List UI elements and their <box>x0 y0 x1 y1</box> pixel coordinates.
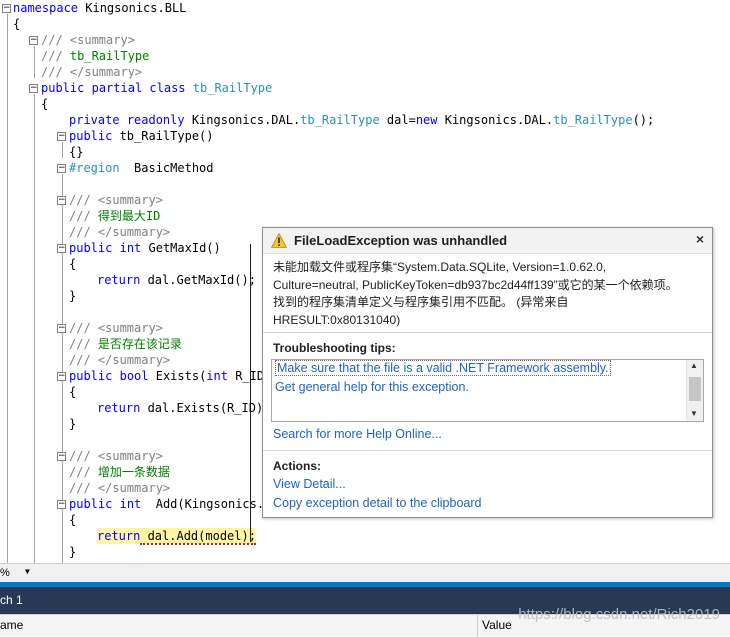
code-line: #region BasicMethod <box>69 161 214 175</box>
exception-title: FileLoadException was unhandled <box>294 233 508 248</box>
tip-link[interactable]: Get general help for this exception. <box>275 380 469 394</box>
code-line: } <box>69 545 77 559</box>
outline-guide <box>62 334 63 366</box>
tips-scrollbar[interactable]: ▲ ▼ <box>686 360 703 421</box>
code-line: /// </summary> <box>69 481 171 495</box>
panel-title[interactable]: ch 1 <box>0 593 23 607</box>
code-line: return dal.GetMaxId(); <box>97 273 256 287</box>
editor-horizontal-bar: % ▼ <box>0 563 730 582</box>
collapse-toggle-summary[interactable]: − <box>57 196 66 205</box>
outline-guide <box>62 462 63 494</box>
view-detail-link[interactable]: View Detail... <box>273 477 346 491</box>
code-line: { <box>69 385 77 399</box>
code-line: } <box>69 289 77 303</box>
current-statement-line: return dal.Add(model); <box>97 528 256 545</box>
scroll-down-icon[interactable]: ▼ <box>690 409 698 418</box>
code-line: { <box>69 257 77 271</box>
code-line: /// </summary> <box>41 65 143 79</box>
collapse-toggle-summary[interactable]: − <box>57 324 66 333</box>
outline-guide <box>7 14 8 563</box>
collapse-toggle-namespace[interactable]: − <box>2 4 11 13</box>
code-line: } <box>69 417 77 431</box>
scroll-thumb[interactable] <box>689 377 701 401</box>
code-line: /// tb_RailType <box>41 49 150 63</box>
code-line: /// 得到最大ID <box>69 209 161 223</box>
search-help-link[interactable]: Search for more Help Online... <box>273 427 442 441</box>
code-line: /// </summary> <box>69 353 171 367</box>
outline-guide <box>62 206 63 238</box>
outline-guide <box>62 142 63 158</box>
collapse-toggle-method[interactable]: − <box>57 372 66 381</box>
code-line: /// 增加一条数据 <box>69 465 170 479</box>
outline-guide <box>62 382 63 430</box>
code-line: /// <summary> <box>41 33 135 47</box>
tips-list[interactable]: Make sure that the file is a valid .NET … <box>271 359 704 422</box>
scroll-up-icon[interactable]: ▲ <box>690 361 698 370</box>
chevron-down-icon[interactable]: ▼ <box>25 567 30 576</box>
outline-guide <box>62 254 63 302</box>
collapse-toggle-summary[interactable]: − <box>29 36 38 45</box>
actions-label: Actions: <box>273 459 321 473</box>
code-line: {} <box>69 145 84 159</box>
collapse-toggle-region[interactable]: − <box>57 164 66 173</box>
code-line: public partial class tb_RailType <box>41 81 273 95</box>
code-line: { <box>69 513 77 527</box>
code-line: public int GetMaxId() <box>69 241 221 255</box>
code-line: /// <summary> <box>69 193 163 207</box>
outline-guide <box>62 510 63 563</box>
code-line: public int Add(Kingsonics.M <box>69 497 272 511</box>
helper-pointer-line <box>250 244 251 542</box>
code-line: /// </summary> <box>69 225 171 239</box>
close-icon[interactable]: × <box>696 231 704 247</box>
column-header-name[interactable]: ame <box>0 615 478 637</box>
code-line: /// 是否存在该记录 <box>69 337 182 351</box>
exception-title-bar: FileLoadException was unhandled × <box>263 228 712 254</box>
tips-label: Troubleshooting tips: <box>273 341 396 355</box>
code-line: namespace Kingsonics.BLL <box>13 1 187 15</box>
collapse-toggle-method[interactable]: − <box>57 500 66 509</box>
code-line: { <box>13 17 21 31</box>
code-line: public tb_RailType() <box>69 129 214 143</box>
collapse-toggle-method[interactable]: − <box>57 244 66 253</box>
code-line: public bool Exists(int R_ID) <box>69 369 272 383</box>
code-line: return dal.Exists(R_ID) <box>97 401 264 415</box>
code-line: /// <summary> <box>69 449 163 463</box>
code-line: private readonly Kingsonics.DAL.tb_RailT… <box>69 113 655 127</box>
code-line: { <box>41 97 49 111</box>
code-line: /// <summary> <box>69 321 163 335</box>
collapse-toggle-class[interactable]: − <box>29 84 38 93</box>
exception-message: 未能加载文件或程序集“System.Data.SQLite, Version=1… <box>273 260 678 327</box>
warning-icon <box>271 233 287 248</box>
watermark: https://blog.csdn.net/Rich2019 <box>518 606 720 623</box>
outline-guide <box>34 46 35 78</box>
outline-guide <box>34 94 35 563</box>
copy-detail-link[interactable]: Copy exception detail to the clipboard <box>273 496 481 510</box>
zoom-level[interactable]: % <box>0 566 36 580</box>
collapse-toggle-ctor[interactable]: − <box>57 132 66 141</box>
collapse-toggle-summary[interactable]: − <box>57 452 66 461</box>
tip-link[interactable]: Make sure that the file is a valid .NET … <box>275 360 611 376</box>
exception-assistant: FileLoadException was unhandled × 未能加载文件… <box>262 227 713 518</box>
